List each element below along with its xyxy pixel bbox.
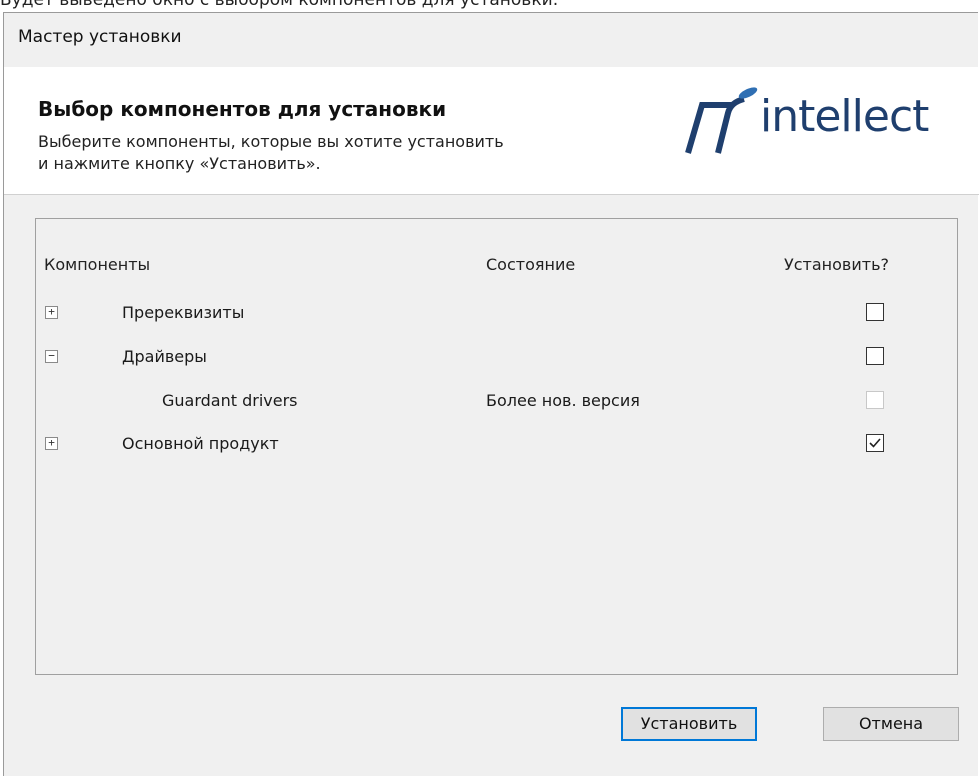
logo-mark-icon <box>685 87 758 154</box>
header-banner: Выбор компонентов для установки Выберите… <box>4 67 979 195</box>
expand-icon[interactable]: + <box>45 306 58 319</box>
cancel-button[interactable]: Отмена <box>823 707 959 741</box>
intellect-logo: intellect <box>670 83 970 163</box>
install-checkbox-drivers[interactable] <box>866 347 884 365</box>
page-title: Выбор компонентов для установки <box>38 97 447 121</box>
caption-text: Будет выведено окно с выбором компоненто… <box>0 0 559 10</box>
description-line-2: и нажмите кнопку «Установить». <box>38 154 321 173</box>
installer-window: Мастер установки Выбор компонентов для у… <box>3 12 979 776</box>
column-header-install: Установить? <box>784 255 889 274</box>
expand-icon[interactable]: + <box>45 437 58 450</box>
collapse-icon[interactable]: − <box>45 350 58 363</box>
description-line-1: Выберите компоненты, которые вы хотите у… <box>38 132 504 151</box>
window-title: Мастер установки <box>18 27 182 47</box>
checkmark-icon <box>869 438 881 448</box>
install-checkbox-prerequisites[interactable] <box>866 303 884 321</box>
install-checkbox-main-product[interactable] <box>866 434 884 452</box>
column-header-state: Состояние <box>486 255 576 274</box>
row-label-main-product[interactable]: Основной продукт <box>122 434 279 453</box>
install-checkbox-guardant-drivers <box>866 391 884 409</box>
row-label-drivers[interactable]: Драйверы <box>122 347 207 366</box>
row-label-prerequisites[interactable]: Пререквизиты <box>122 303 244 322</box>
components-panel: Компоненты Состояние Установить? + Прере… <box>35 218 958 675</box>
page-description: Выберите компоненты, которые вы хотите у… <box>38 131 638 175</box>
install-button[interactable]: Установить <box>621 707 757 741</box>
row-state-guardant-drivers: Более нов. версия <box>486 391 640 410</box>
row-label-guardant-drivers[interactable]: Guardant drivers <box>162 391 298 410</box>
column-header-components: Компоненты <box>44 255 151 274</box>
logo-text: intellect <box>760 91 929 142</box>
